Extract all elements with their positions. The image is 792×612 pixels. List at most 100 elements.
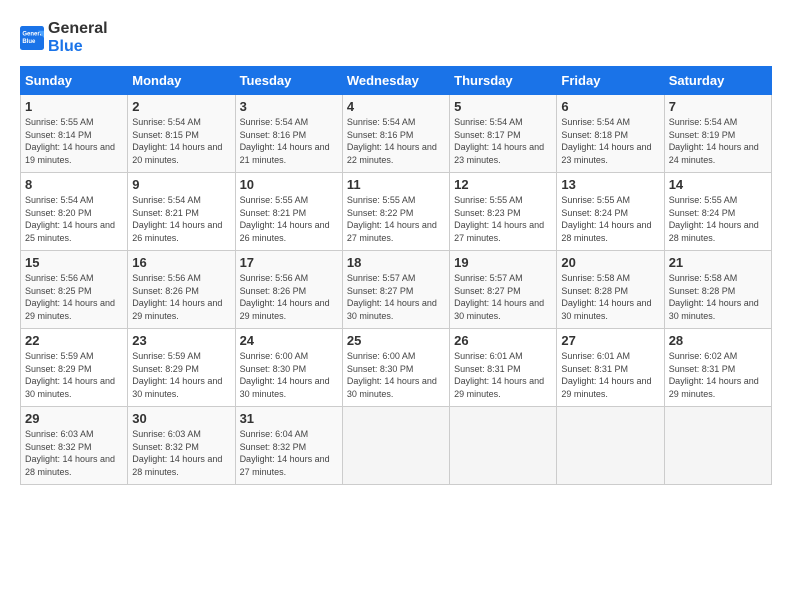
day-number: 18 xyxy=(347,255,445,270)
calendar-cell: 20Sunrise: 5:58 AM Sunset: 8:28 PM Dayli… xyxy=(557,251,664,329)
calendar-cell: 29 Sunrise: 6:03 AM Sunset: 8:32 PM Dayli… xyxy=(21,407,128,485)
day-info: Sunrise: 5:54 AM Sunset: 8:20 PM Dayligh… xyxy=(25,194,123,244)
calendar-cell: 7Sunrise: 5:54 AM Sunset: 8:19 PM Daylig… xyxy=(664,95,771,173)
day-info: Sunrise: 5:54 AM Sunset: 8:16 PM Dayligh… xyxy=(240,116,338,166)
day-header-sunday: Sunday xyxy=(21,67,128,95)
calendar-cell: 19 Sunrise: 5:57 AM Sunset: 8:27 PM Dayli… xyxy=(450,251,557,329)
calendar-week-4: 22Sunrise: 5:59 AM Sunset: 8:29 PM Dayli… xyxy=(21,329,772,407)
day-number: 8 xyxy=(25,177,123,192)
day-number: 26 xyxy=(454,333,552,348)
calendar-cell: 14 Sunrise: 5:55 AM Sunset: 8:24 PM Dayli… xyxy=(664,173,771,251)
calendar-cell xyxy=(664,407,771,485)
logo-text: General Blue xyxy=(48,20,108,56)
day-number: 25 xyxy=(347,333,445,348)
calendar-cell xyxy=(450,407,557,485)
calendar-cell: 5 Sunrise: 5:54 AM Sunset: 8:17 PM Daylig… xyxy=(450,95,557,173)
day-number: 6 xyxy=(561,99,659,114)
day-number: 3 xyxy=(240,99,338,114)
calendar-cell: 15Sunrise: 5:56 AM Sunset: 8:25 PM Dayli… xyxy=(21,251,128,329)
page-header: General Blue General Blue xyxy=(20,20,772,56)
day-number: 20 xyxy=(561,255,659,270)
logo: General Blue General Blue xyxy=(20,20,108,56)
calendar-cell: 3 Sunrise: 5:54 AM Sunset: 8:16 PM Daylig… xyxy=(235,95,342,173)
day-header-saturday: Saturday xyxy=(664,67,771,95)
calendar-cell: 6 Sunrise: 5:54 AM Sunset: 8:18 PM Daylig… xyxy=(557,95,664,173)
calendar-table: SundayMondayTuesdayWednesdayThursdayFrid… xyxy=(20,66,772,485)
calendar-cell: 28 Sunrise: 6:02 AM Sunset: 8:31 PM Dayli… xyxy=(664,329,771,407)
day-info: Sunrise: 6:01 AM Sunset: 8:31 PM Dayligh… xyxy=(561,350,659,400)
calendar-cell: 31Sunrise: 6:04 AM Sunset: 8:32 PM Dayli… xyxy=(235,407,342,485)
day-info: Sunrise: 6:01 AM Sunset: 8:31 PM Dayligh… xyxy=(454,350,552,400)
calendar-cell: 1 Sunrise: 5:55 AM Sunset: 8:14 PM Daylig… xyxy=(21,95,128,173)
day-number: 13 xyxy=(561,177,659,192)
calendar-cell xyxy=(342,407,449,485)
day-info: Sunrise: 5:54 AM Sunset: 8:18 PM Dayligh… xyxy=(561,116,659,166)
day-info: Sunrise: 6:00 AM Sunset: 8:30 PM Dayligh… xyxy=(347,350,445,400)
calendar-cell: 30 Sunrise: 6:03 AM Sunset: 8:32 PM Dayli… xyxy=(128,407,235,485)
calendar-cell: 11Sunrise: 5:55 AM Sunset: 8:22 PM Dayli… xyxy=(342,173,449,251)
calendar-week-1: 1 Sunrise: 5:55 AM Sunset: 8:14 PM Daylig… xyxy=(21,95,772,173)
calendar-cell xyxy=(557,407,664,485)
day-number: 23 xyxy=(132,333,230,348)
day-number: 21 xyxy=(669,255,767,270)
calendar-cell: 4 Sunrise: 5:54 AM Sunset: 8:16 PM Daylig… xyxy=(342,95,449,173)
calendar-cell: 13 Sunrise: 5:55 AM Sunset: 8:24 PM Dayli… xyxy=(557,173,664,251)
day-number: 10 xyxy=(240,177,338,192)
calendar-cell: 18 Sunrise: 5:57 AM Sunset: 8:27 PM Dayli… xyxy=(342,251,449,329)
day-info: Sunrise: 5:55 AM Sunset: 8:22 PM Dayligh… xyxy=(347,194,445,244)
day-number: 29 xyxy=(25,411,123,426)
day-info: Sunrise: 5:54 AM Sunset: 8:21 PM Dayligh… xyxy=(132,194,230,244)
day-info: Sunrise: 5:59 AM Sunset: 8:29 PM Dayligh… xyxy=(132,350,230,400)
day-number: 2 xyxy=(132,99,230,114)
calendar-cell: 26 Sunrise: 6:01 AM Sunset: 8:31 PM Dayli… xyxy=(450,329,557,407)
day-number: 17 xyxy=(240,255,338,270)
day-number: 4 xyxy=(347,99,445,114)
day-number: 9 xyxy=(132,177,230,192)
logo-icon: General Blue xyxy=(20,26,44,50)
day-info: Sunrise: 6:03 AM Sunset: 8:32 PM Dayligh… xyxy=(132,428,230,478)
day-info: Sunrise: 6:03 AM Sunset: 8:32 PM Dayligh… xyxy=(25,428,123,478)
day-info: Sunrise: 5:54 AM Sunset: 8:16 PM Dayligh… xyxy=(347,116,445,166)
day-info: Sunrise: 6:02 AM Sunset: 8:31 PM Dayligh… xyxy=(669,350,767,400)
calendar-week-2: 8 Sunrise: 5:54 AM Sunset: 8:20 PM Daylig… xyxy=(21,173,772,251)
day-info: Sunrise: 5:59 AM Sunset: 8:29 PM Dayligh… xyxy=(25,350,123,400)
calendar-cell: 16 Sunrise: 5:56 AM Sunset: 8:26 PM Dayli… xyxy=(128,251,235,329)
day-info: Sunrise: 5:56 AM Sunset: 8:26 PM Dayligh… xyxy=(132,272,230,322)
calendar-cell: 2Sunrise: 5:54 AM Sunset: 8:15 PM Daylig… xyxy=(128,95,235,173)
calendar-cell: 12Sunrise: 5:55 AM Sunset: 8:23 PM Dayli… xyxy=(450,173,557,251)
calendar-cell: 21 Sunrise: 5:58 AM Sunset: 8:28 PM Dayli… xyxy=(664,251,771,329)
day-header-friday: Friday xyxy=(557,67,664,95)
day-header-thursday: Thursday xyxy=(450,67,557,95)
day-info: Sunrise: 5:56 AM Sunset: 8:25 PM Dayligh… xyxy=(25,272,123,322)
day-number: 24 xyxy=(240,333,338,348)
day-info: Sunrise: 5:54 AM Sunset: 8:17 PM Dayligh… xyxy=(454,116,552,166)
day-number: 28 xyxy=(669,333,767,348)
day-info: Sunrise: 5:55 AM Sunset: 8:14 PM Dayligh… xyxy=(25,116,123,166)
day-info: Sunrise: 6:00 AM Sunset: 8:30 PM Dayligh… xyxy=(240,350,338,400)
day-info: Sunrise: 5:56 AM Sunset: 8:26 PM Dayligh… xyxy=(240,272,338,322)
calendar-cell: 10 Sunrise: 5:55 AM Sunset: 8:21 PM Dayli… xyxy=(235,173,342,251)
calendar-cell: 9 Sunrise: 5:54 AM Sunset: 8:21 PM Daylig… xyxy=(128,173,235,251)
day-info: Sunrise: 5:54 AM Sunset: 8:19 PM Dayligh… xyxy=(669,116,767,166)
svg-text:Blue: Blue xyxy=(22,39,36,45)
day-number: 19 xyxy=(454,255,552,270)
day-header-tuesday: Tuesday xyxy=(235,67,342,95)
day-info: Sunrise: 5:55 AM Sunset: 8:24 PM Dayligh… xyxy=(561,194,659,244)
day-info: Sunrise: 5:57 AM Sunset: 8:27 PM Dayligh… xyxy=(454,272,552,322)
day-info: Sunrise: 5:55 AM Sunset: 8:21 PM Dayligh… xyxy=(240,194,338,244)
day-number: 14 xyxy=(669,177,767,192)
calendar-cell: 23 Sunrise: 5:59 AM Sunset: 8:29 PM Dayli… xyxy=(128,329,235,407)
day-number: 31 xyxy=(240,411,338,426)
calendar-cell: 22Sunrise: 5:59 AM Sunset: 8:29 PM Dayli… xyxy=(21,329,128,407)
day-number: 5 xyxy=(454,99,552,114)
calendar-week-5: 29 Sunrise: 6:03 AM Sunset: 8:32 PM Dayli… xyxy=(21,407,772,485)
day-info: Sunrise: 5:55 AM Sunset: 8:23 PM Dayligh… xyxy=(454,194,552,244)
day-number: 1 xyxy=(25,99,123,114)
day-info: Sunrise: 5:58 AM Sunset: 8:28 PM Dayligh… xyxy=(669,272,767,322)
day-number: 16 xyxy=(132,255,230,270)
day-info: Sunrise: 5:57 AM Sunset: 8:27 PM Dayligh… xyxy=(347,272,445,322)
calendar-cell: 25 Sunrise: 6:00 AM Sunset: 8:30 PM Dayli… xyxy=(342,329,449,407)
day-info: Sunrise: 5:55 AM Sunset: 8:24 PM Dayligh… xyxy=(669,194,767,244)
calendar-cell: 27Sunrise: 6:01 AM Sunset: 8:31 PM Dayli… xyxy=(557,329,664,407)
day-number: 30 xyxy=(132,411,230,426)
